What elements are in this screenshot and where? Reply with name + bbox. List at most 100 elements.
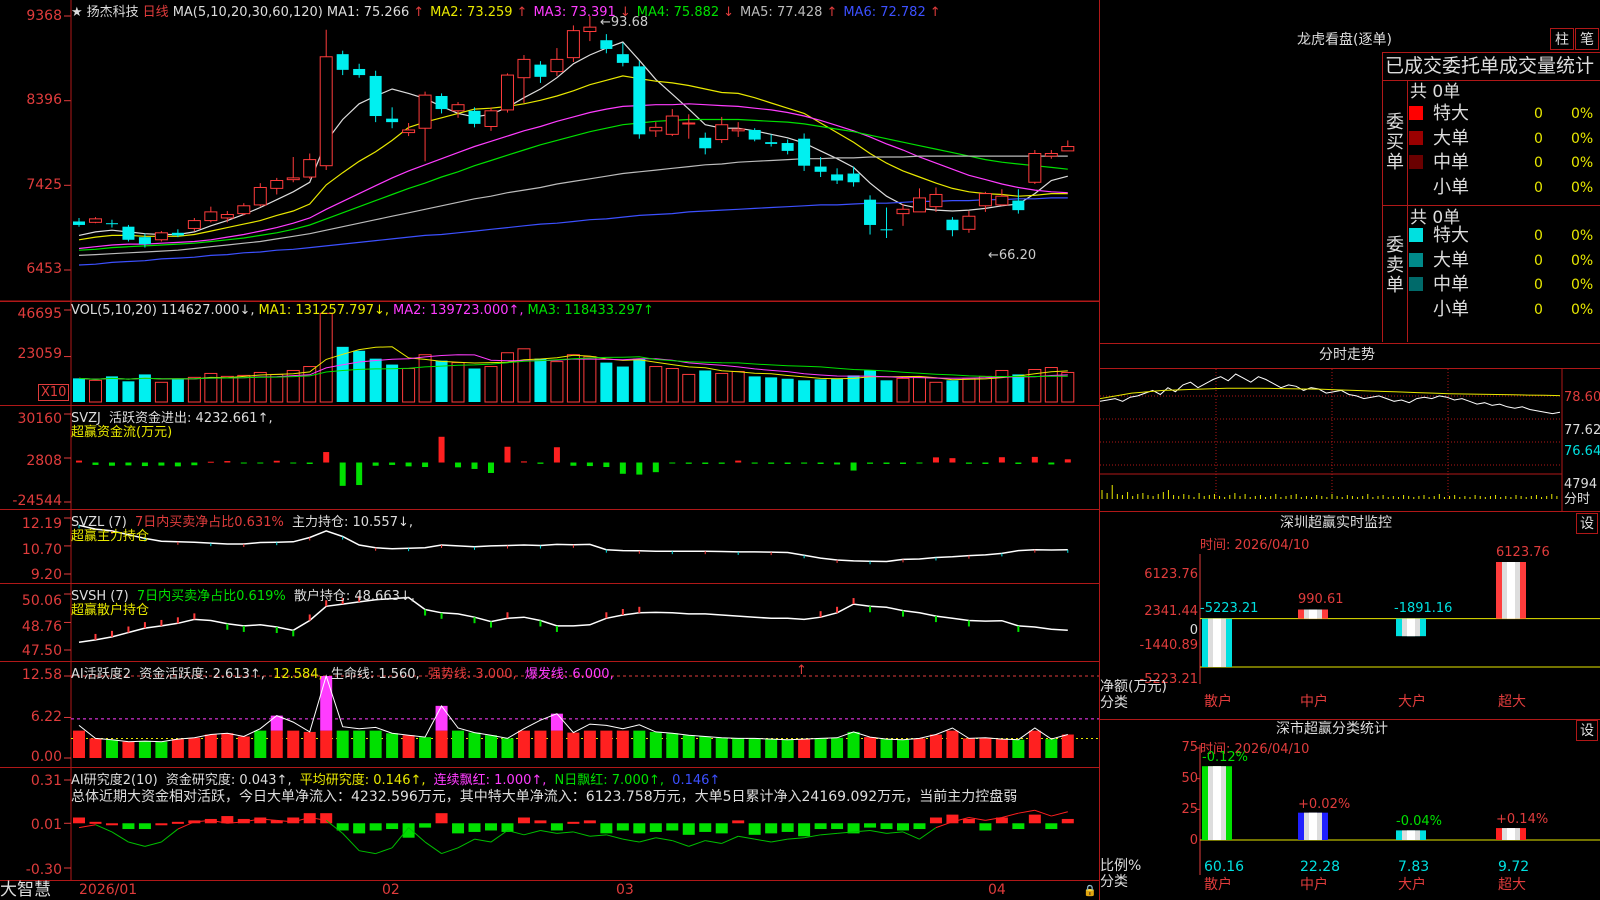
fund-flow-bar [652, 462, 659, 473]
candle-body [616, 54, 629, 63]
research-bar [748, 823, 761, 835]
research-line [111, 831, 129, 843]
sz-realtime-panel[interactable]: 深圳超赢实时监控 设 时间: 2026/04/10 6123.76 2341.4… [1100, 512, 1600, 720]
right-panel[interactable]: 龙虎看盘(逐单) 柱 笔 已成交委托单成交量统计 委买单 委卖单 共 0单 共 … [1100, 0, 1600, 900]
ma-arrow-5: ↑ [826, 5, 838, 20]
fund-flow-bar [224, 461, 231, 463]
order-count: 0 [1534, 130, 1543, 147]
research-line [639, 837, 656, 843]
svsh-panel[interactable]: SVSH (7) 7日内买卖净占比0.619% 散户持仓: 48.663↓, 超… [0, 584, 1100, 662]
fund-flow-bar [900, 462, 906, 464]
candle-body [534, 64, 547, 77]
research-bar [550, 823, 563, 831]
color-swatch [1409, 130, 1423, 145]
order-percent: 0% [1571, 252, 1594, 269]
fund-flow-bar [834, 462, 841, 465]
activity-bar [402, 735, 415, 758]
volume-bar [765, 377, 778, 402]
activity-bar [105, 739, 118, 758]
ai-active-panel[interactable]: AI活跃度2 资金活跃度: 2.613↑, 12.584, 生命线: 1.560… [0, 662, 1100, 768]
order-count: 0 [1534, 252, 1543, 269]
ai-research-panel[interactable]: AI研究度2(10) 资金研究度: 0.043↑, 平均研究度: 0.146↑,… [0, 768, 1100, 880]
svzl-axis-label: 10.70 [21, 542, 62, 558]
fund-flow-bar [125, 462, 132, 466]
activity-bar [501, 738, 514, 758]
buy-total: 共 0单 [1410, 82, 1461, 102]
fund-flow-bar [92, 462, 99, 465]
volume-bar [154, 381, 168, 403]
research-line [606, 834, 623, 840]
period-label[interactable]: 日线 [143, 5, 169, 20]
activity-bar [221, 733, 234, 758]
research-bar [369, 823, 382, 831]
volume-bar [220, 375, 234, 403]
cls-value-label: 60.16 [1204, 859, 1245, 875]
activity-bar [583, 730, 596, 758]
research-line [424, 841, 442, 854]
fund-flow-bar [1015, 462, 1022, 464]
candle-body [831, 174, 844, 181]
volume-bar [484, 366, 498, 403]
activity-bar [138, 741, 151, 758]
tick-mode-button[interactable]: 笔 [1575, 28, 1599, 50]
research-bar [880, 823, 893, 830]
order-percent: 0% [1571, 301, 1594, 318]
dragon-tiger-panel[interactable]: 龙虎看盘(逐单) 柱 笔 已成交委托单成交量统计 委买单 委卖单 共 0单 共 … [1100, 0, 1600, 344]
chart-area[interactable]: ★ 扬杰科技 日线 MA(5,10,20,30,60,120) MA1: 75.266 ↑… [0, 0, 1100, 900]
fund-flow-bar [949, 458, 956, 463]
svzj-panel[interactable]: SVZJ 活跃资金进出: 4232.661↑, 超赢资金流(万元) 30160 … [0, 406, 1100, 510]
research-line [342, 833, 360, 852]
svzl-panel[interactable]: SVZL (7) 7日内买卖净占比0.631% 主力持仓: 10.557↓, 超… [0, 510, 1100, 584]
activity-bar [353, 730, 366, 758]
volume-bar [517, 348, 531, 403]
sz-bar-value: 990.61 [1298, 592, 1344, 608]
fund-flow-bar [191, 462, 198, 466]
cls-y-unit: 比例% [1100, 858, 1142, 874]
ai-active-arrow: ↑ [796, 663, 807, 678]
candle-body [946, 219, 959, 231]
volume-bar [171, 379, 184, 402]
activity-bar [452, 730, 465, 758]
order-percent: 0% [1571, 130, 1594, 147]
price-chart[interactable] [0, 0, 1100, 302]
research-line [754, 838, 772, 843]
fund-flow-bar [389, 462, 396, 465]
activity-bar [814, 738, 827, 758]
intraday-panel[interactable]: 分时走势 78.60 77.62 76.64 4794 分时 [1100, 344, 1600, 512]
price-panel[interactable]: ★ 扬杰科技 日线 MA(5,10,20,30,60,120) MA1: 75.266 ↑… [0, 0, 1100, 302]
research-line [622, 838, 640, 843]
candle-body [353, 68, 366, 76]
order-count: 0 [1534, 106, 1543, 122]
candle-body [880, 229, 893, 231]
intraday-chart[interactable] [1100, 344, 1600, 512]
research-line [1051, 811, 1068, 817]
research-bar [864, 823, 877, 828]
order-category: 中单 [1433, 274, 1469, 295]
activity-bar [995, 739, 1008, 758]
order-count: 0 [1534, 301, 1543, 318]
intraday-unit: 分时 [1564, 492, 1591, 507]
fund-flow-bar [867, 462, 874, 464]
candle-body [912, 197, 926, 213]
volume-bar [929, 381, 943, 403]
cls-x-unit: 分类 [1100, 874, 1128, 890]
activity-bar [847, 731, 860, 758]
activity-bar [699, 736, 712, 758]
sz-category-label: 中户 [1300, 694, 1328, 710]
vol-label: VOL(5,10,20) [71, 303, 157, 318]
volume-bar [468, 368, 481, 402]
bar-mode-button[interactable]: 柱 [1550, 28, 1574, 50]
fund-flow-bar [76, 460, 82, 463]
ma-arrow-6: ↑ [929, 5, 941, 20]
cls-category-label: 超大 [1498, 877, 1526, 893]
candle-body [122, 226, 135, 240]
research-line [886, 831, 904, 834]
fund-flow-bar [801, 462, 808, 464]
research-line [672, 840, 689, 847]
activity-bar [781, 739, 794, 758]
activity-bar [880, 739, 893, 758]
research-bar [616, 823, 629, 831]
classification-panel[interactable]: 深市超赢分类统计 设 时间: 2026/04/10 75 50 25 0 比例%… [1100, 720, 1600, 900]
candle-body [253, 186, 267, 206]
volume-panel[interactable]: VOL(5,10,20) 114627.000↓, MA1: 131257.797↓… [0, 302, 1100, 406]
